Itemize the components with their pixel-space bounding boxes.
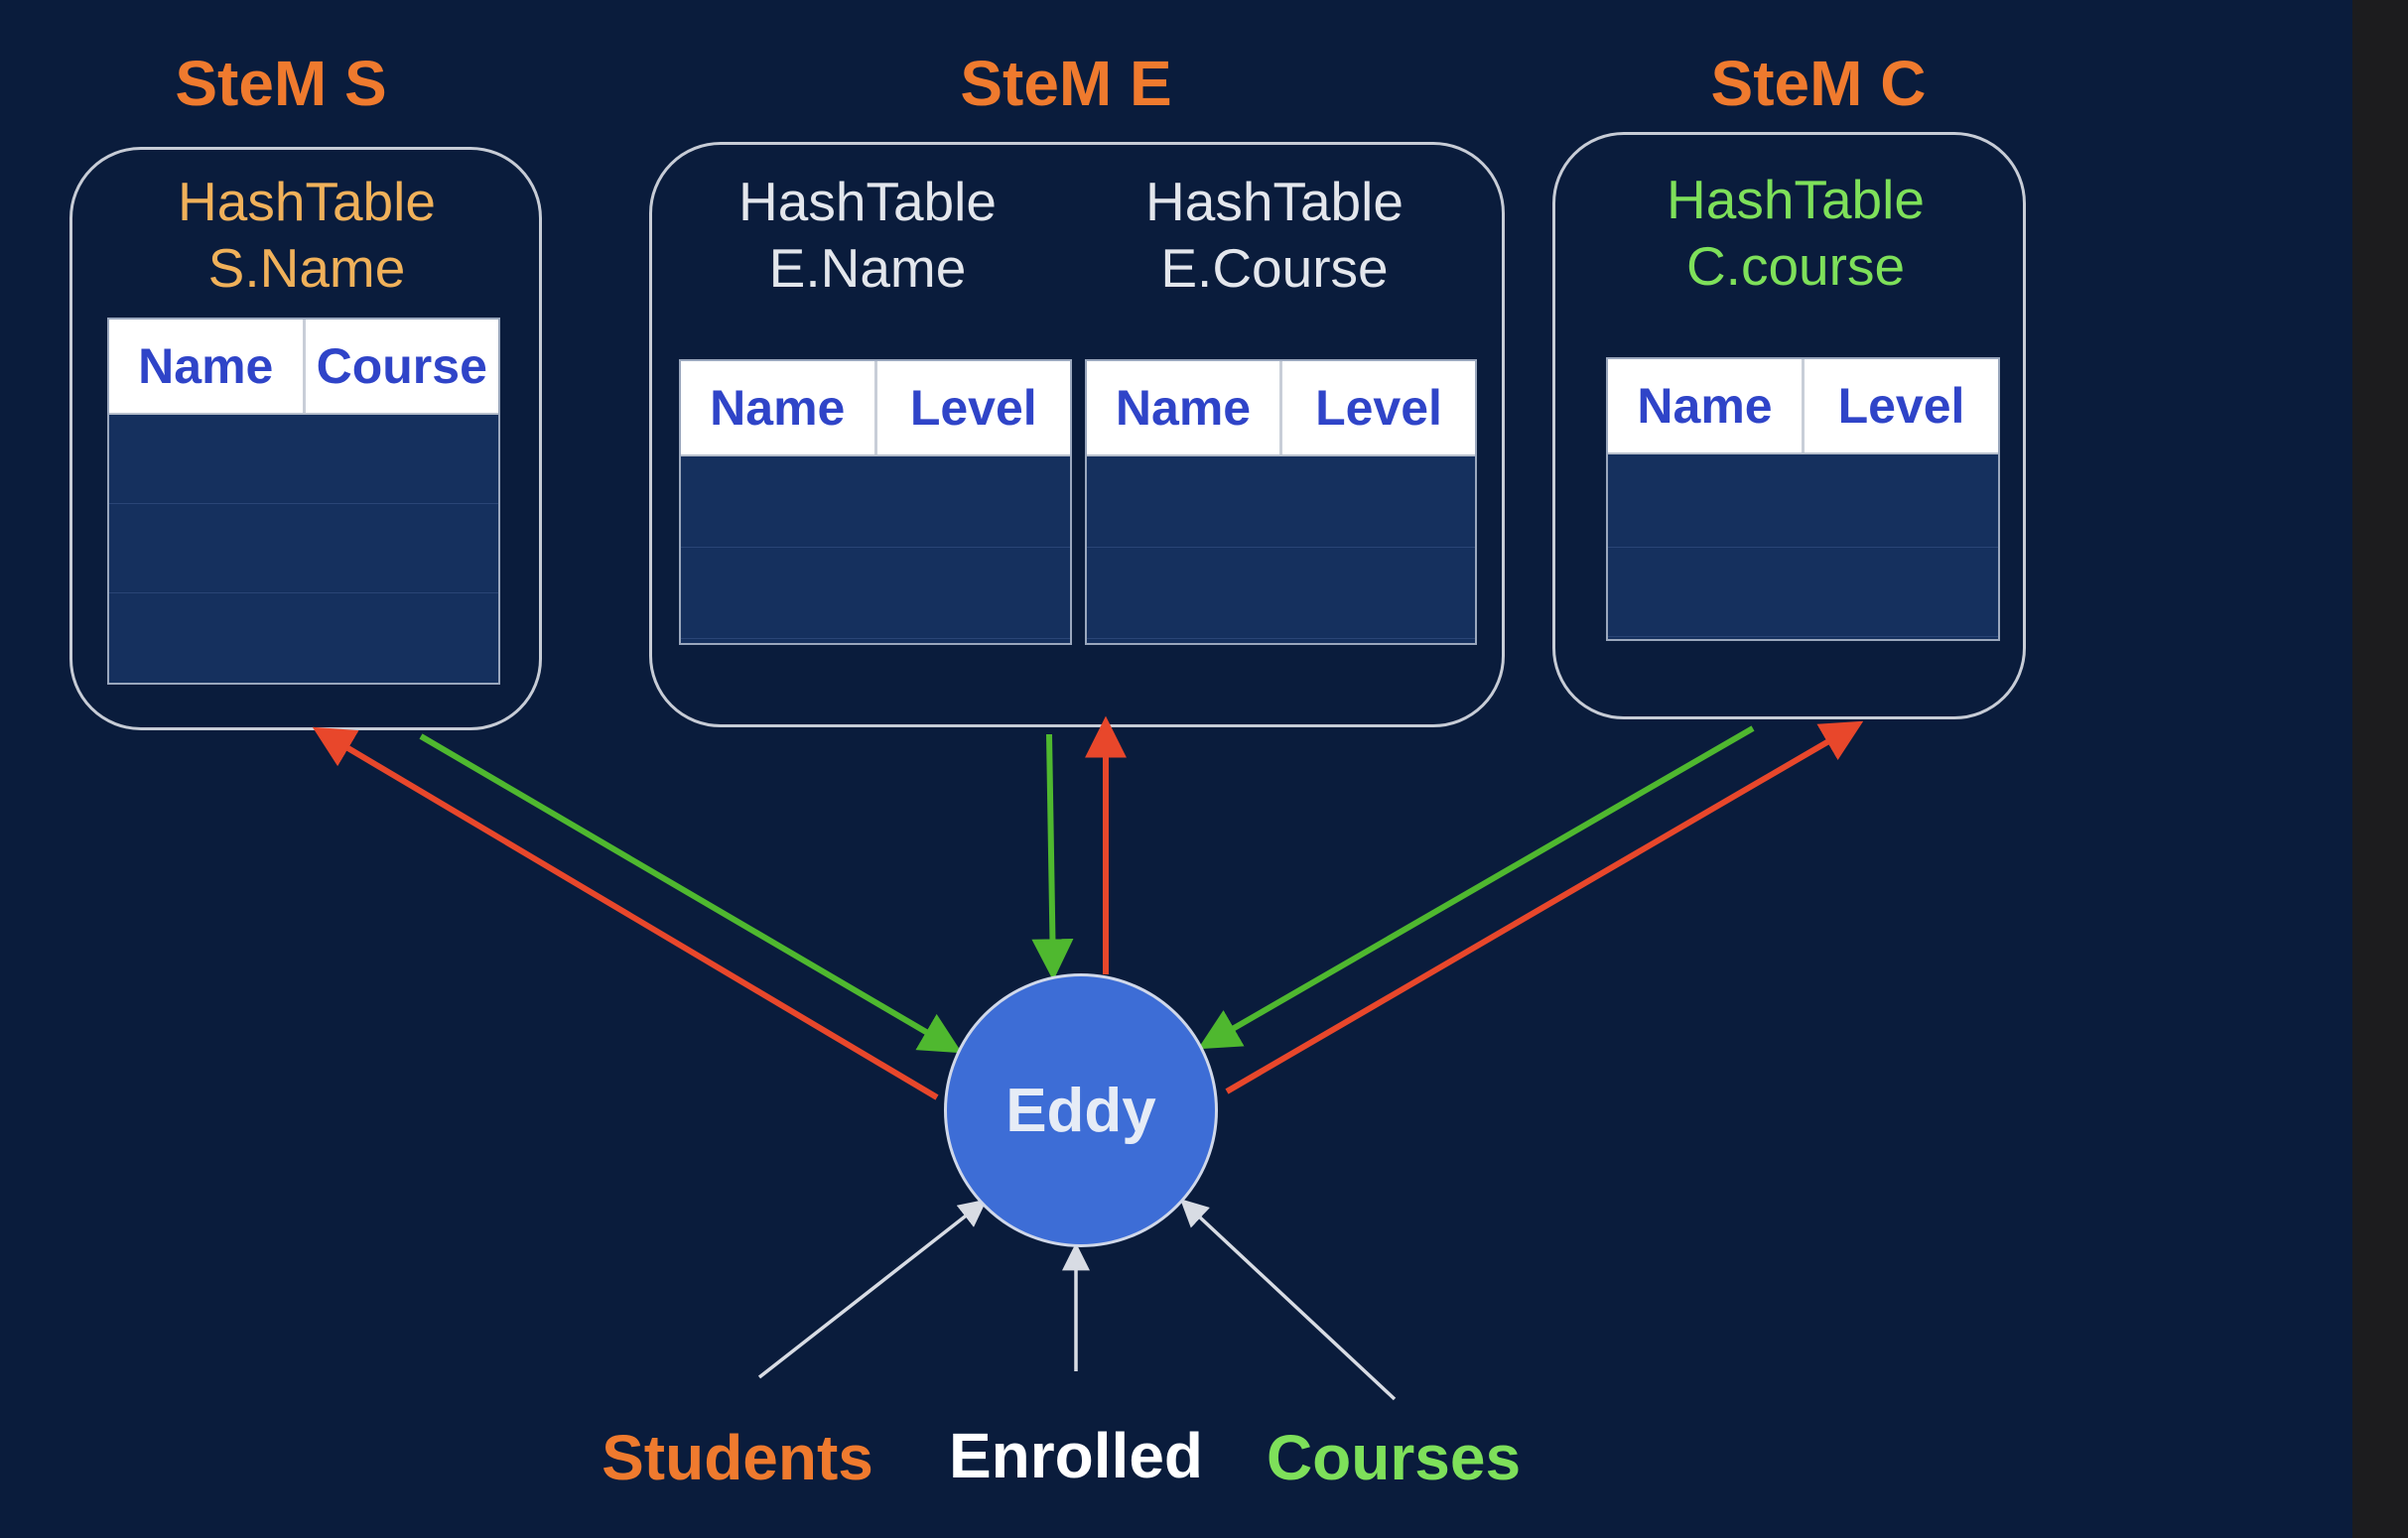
- arrow-eddy-to-stem-c: [1225, 720, 1864, 1094]
- eddy-node: Eddy: [944, 973, 1218, 1247]
- arrow-stem-s-to-eddy: [419, 733, 963, 1054]
- source-students: Students: [602, 1422, 873, 1493]
- arrow-courses-to-eddy: [1179, 1199, 1397, 1401]
- eddy-label: Eddy: [1005, 1076, 1156, 1145]
- arrow-eddy-to-stem-s: [312, 726, 939, 1100]
- arrow-stem-c-to-eddy: [1197, 725, 1755, 1050]
- source-enrolled: Enrolled: [948, 1420, 1204, 1491]
- arrow-stem-e-to-eddy: [1031, 733, 1074, 981]
- connection-arrows: [312, 715, 1864, 1401]
- source-courses: Courses: [1266, 1422, 1522, 1493]
- arrow-students-to-eddy: [757, 1199, 988, 1379]
